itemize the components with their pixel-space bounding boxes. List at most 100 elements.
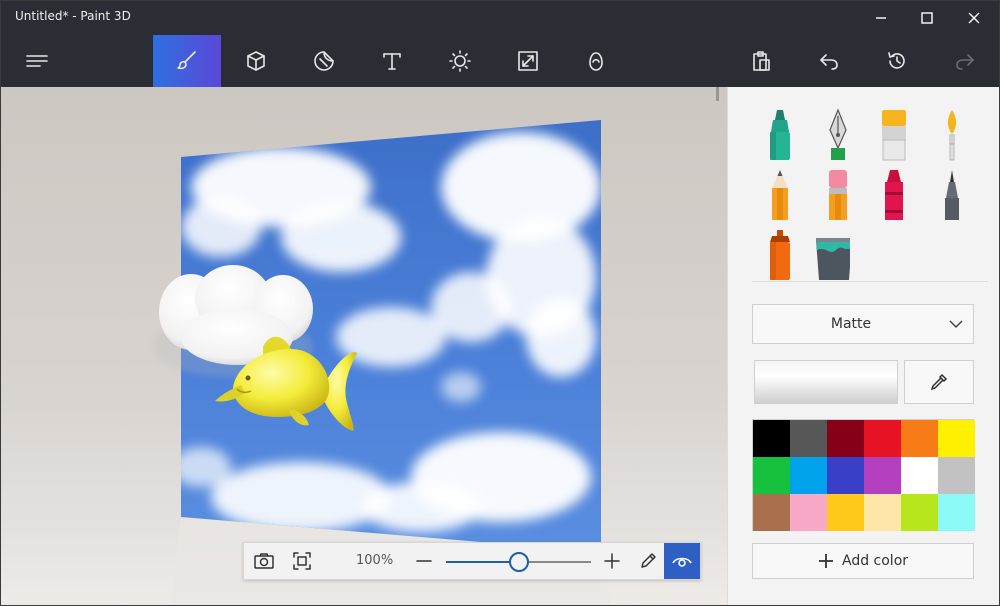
finish-value: Matte <box>830 316 872 332</box>
oil-brush[interactable] <box>876 105 912 165</box>
color-swatch[interactable] <box>864 494 901 531</box>
color-swatch[interactable] <box>938 420 975 457</box>
zoom-out-button[interactable] <box>406 543 442 579</box>
current-color-swatch[interactable] <box>754 360 898 404</box>
plus-icon <box>604 553 620 569</box>
pencil-icon <box>641 553 656 568</box>
fill-bucket-brush[interactable] <box>814 225 850 285</box>
fit-to-window-button[interactable] <box>284 543 320 579</box>
screenshot-button[interactable] <box>246 543 282 579</box>
close-icon <box>968 12 980 24</box>
color-swatch[interactable] <box>790 494 827 531</box>
text-icon <box>383 53 401 70</box>
paste-icon <box>753 51 770 71</box>
3d-scene[interactable] <box>1 87 727 606</box>
watercolor-icon <box>947 110 957 161</box>
zoom-slider-thumb[interactable] <box>508 552 529 572</box>
brush-icon <box>177 51 196 70</box>
eyedropper-icon <box>930 373 948 391</box>
chevron-down-icon <box>949 320 963 329</box>
eraser-brush[interactable] <box>820 165 856 225</box>
zoom-slider-fill <box>446 561 519 563</box>
marker-icon <box>770 110 790 160</box>
add-color-label: Add color <box>841 553 909 569</box>
color-swatch[interactable] <box>864 457 901 494</box>
canvas-area[interactable] <box>1 87 727 606</box>
color-swatch[interactable] <box>827 457 864 494</box>
tab-brushes[interactable] <box>153 35 221 87</box>
color-swatch[interactable] <box>901 457 938 494</box>
plus-icon <box>818 554 833 568</box>
minus-icon <box>416 560 432 562</box>
color-swatch[interactable] <box>753 457 790 494</box>
redo-button[interactable] <box>931 35 999 87</box>
spray-can-brush[interactable] <box>762 225 798 285</box>
resize-icon <box>518 51 538 71</box>
vertical-scrollbar[interactable] <box>716 87 719 101</box>
color-swatch[interactable] <box>901 494 938 531</box>
tab-text[interactable] <box>358 35 426 87</box>
tab-canvas[interactable] <box>494 35 562 87</box>
pixel-pen-brush[interactable] <box>934 165 970 225</box>
color-swatch[interactable] <box>827 420 864 457</box>
color-palette <box>752 419 975 531</box>
tab-3d-shapes[interactable] <box>222 35 290 87</box>
maximize-button[interactable] <box>904 1 950 35</box>
add-color-button[interactable]: Add color <box>752 543 974 579</box>
minimize-icon <box>876 17 886 19</box>
fit-screen-icon <box>293 552 311 570</box>
pencil-brush[interactable] <box>762 165 798 225</box>
crayon-icon <box>885 170 903 220</box>
eye-icon <box>672 557 692 567</box>
zoom-percent: 100% <box>356 553 394 568</box>
color-swatch[interactable] <box>827 494 864 531</box>
sun-icon <box>449 50 471 72</box>
color-swatch[interactable] <box>901 420 938 457</box>
close-button[interactable] <box>951 1 997 35</box>
maximize-icon <box>921 12 933 24</box>
window-title: Untitled* - Paint 3D <box>15 9 131 23</box>
edit-view-button[interactable] <box>630 543 666 579</box>
paste-button[interactable] <box>727 35 795 87</box>
color-swatch[interactable] <box>938 457 975 494</box>
finish-dropdown[interactable]: Matte <box>752 304 974 344</box>
spray-can-icon <box>770 230 790 280</box>
remix-icon <box>589 52 603 71</box>
zoom-toolbar: 100% <box>243 542 701 580</box>
eraser-icon <box>829 170 847 220</box>
zoom-slider[interactable] <box>446 552 591 572</box>
title-bar: Untitled* - Paint 3D <box>1 1 999 35</box>
tab-stickers[interactable] <box>290 35 358 87</box>
watercolor-brush[interactable] <box>934 105 970 165</box>
3d-view-toggle[interactable] <box>664 543 700 579</box>
color-swatch[interactable] <box>864 420 901 457</box>
main-toolbar <box>1 35 999 87</box>
color-swatch[interactable] <box>790 420 827 457</box>
calligraphy-pen-brush[interactable] <box>820 105 856 165</box>
brushes-panel: Matte Add color <box>727 87 999 605</box>
cube-icon <box>247 51 265 71</box>
oil-brush-icon <box>882 110 906 161</box>
color-swatch[interactable] <box>753 494 790 531</box>
sticker-icon <box>314 51 334 71</box>
pixel-pen-icon <box>945 170 959 220</box>
paint-3d-window: Untitled* - Paint 3D 100% Matte Add colo… <box>0 0 1000 606</box>
color-swatch[interactable] <box>753 420 790 457</box>
zoom-in-button[interactable] <box>594 543 630 579</box>
tab-effects[interactable] <box>426 35 494 87</box>
color-swatch[interactable] <box>938 494 975 531</box>
eyedropper-button[interactable] <box>904 360 974 404</box>
color-swatch[interactable] <box>790 457 827 494</box>
history-button[interactable] <box>863 35 931 87</box>
minimize-button[interactable] <box>858 1 904 35</box>
camera-icon <box>254 553 274 569</box>
redo-icon <box>956 54 974 70</box>
tab-remix-3d[interactable] <box>562 35 630 87</box>
pencil-icon <box>772 170 788 220</box>
crayon-brush[interactable] <box>876 165 912 225</box>
panel-divider <box>752 281 988 282</box>
menu-button[interactable] <box>3 35 71 87</box>
history-icon <box>888 52 905 69</box>
undo-button[interactable] <box>795 35 863 87</box>
marker-brush[interactable] <box>762 105 798 165</box>
